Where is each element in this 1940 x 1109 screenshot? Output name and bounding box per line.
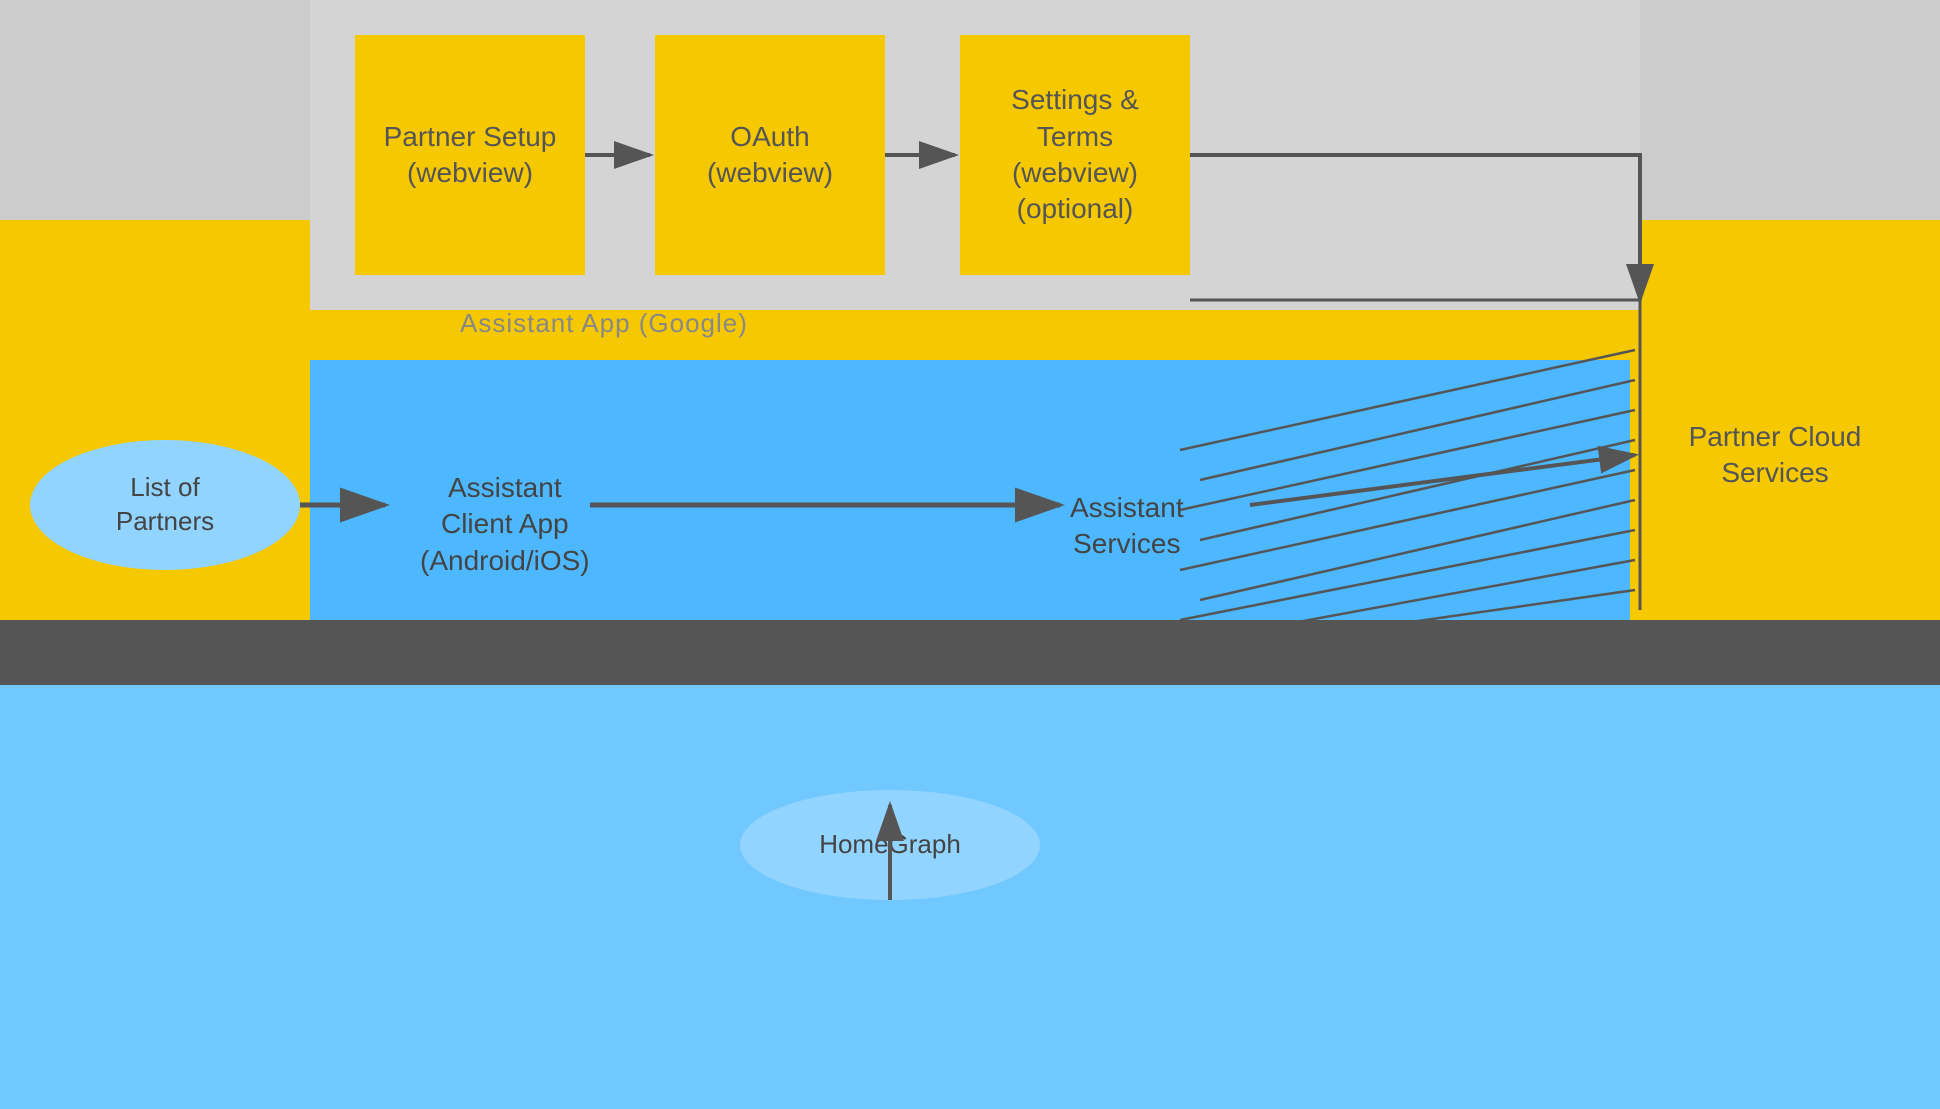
oauth-box: OAuth(webview) (655, 35, 885, 275)
list-of-partners-label: List ofPartners (116, 471, 214, 539)
blue-lower-region (0, 685, 1940, 1109)
partner-cloud-label: Partner Cloud Services (1655, 419, 1895, 492)
partner-setup-label: Partner Setup (webview) (370, 119, 570, 192)
assistant-services-label: AssistantServices (1070, 490, 1184, 563)
settings-terms-label: Settings &Terms(webview)(optional) (1011, 82, 1139, 228)
partner-cloud-box: Partner Cloud Services (1640, 300, 1910, 610)
assistant-client-label: AssistantClient App(Android/iOS) (420, 470, 590, 579)
homegraph-label: HomeGraph (819, 828, 961, 862)
list-of-partners-oval: List ofPartners (30, 440, 300, 570)
partner-setup-box: Partner Setup (webview) (355, 35, 585, 275)
top-region-label: Assistant App (Google) (460, 308, 748, 339)
homegraph-oval: HomeGraph (740, 790, 1040, 900)
settings-terms-box: Settings &Terms(webview)(optional) (960, 35, 1190, 275)
oauth-label: OAuth(webview) (707, 119, 833, 192)
dark-band-bottom (0, 620, 1940, 685)
